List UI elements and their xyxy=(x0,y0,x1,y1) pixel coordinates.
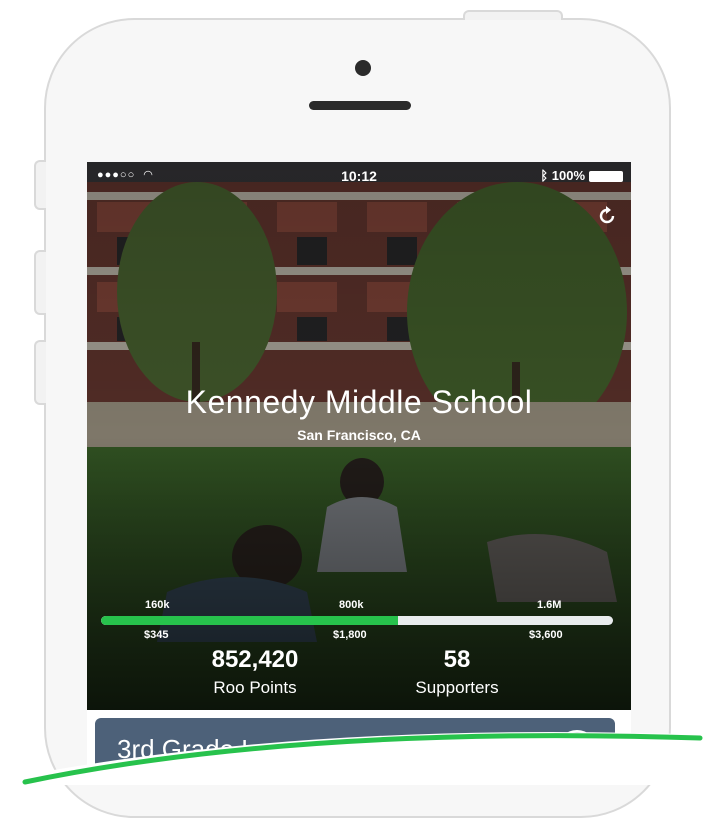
front-camera xyxy=(355,60,371,76)
battery-icon xyxy=(589,171,623,182)
green-swoosh-graphic xyxy=(0,732,711,785)
milestone-dollars-2: $1,800 xyxy=(333,629,367,641)
app-screen: ●●●○○ ◠ 10:12 ᛒ 100% Kennedy Middle Scho… xyxy=(87,162,631,785)
school-name: Kennedy Middle School xyxy=(185,384,533,420)
progress-bar-fill xyxy=(101,616,398,625)
supporters-label: Supporters xyxy=(415,678,499,697)
milestone-points-2: 800k xyxy=(339,599,364,611)
milestone-points-1: 160k xyxy=(145,599,170,611)
milestone-points-3: 1.6M xyxy=(537,599,562,611)
status-right: ᛒ 100% xyxy=(540,168,585,183)
milestone-dollars-3: $3,600 xyxy=(529,629,563,641)
roo-points-label: Roo Points xyxy=(213,678,297,697)
status-bar: ●●●○○ ◠ 10:12 ᛒ 100% xyxy=(87,162,631,188)
supporters-value: 58 xyxy=(443,646,471,673)
bluetooth-icon: ᛒ xyxy=(540,168,552,183)
school-location: San Francisco, CA xyxy=(297,427,421,443)
progress-bar xyxy=(101,616,613,625)
power-button xyxy=(463,10,563,20)
volume-down-button xyxy=(34,340,46,405)
refresh-icon[interactable] xyxy=(595,204,619,228)
mute-switch xyxy=(34,160,46,210)
volume-up-button xyxy=(34,250,46,315)
roo-points-value: 852,420 xyxy=(211,646,299,673)
earpiece-speaker xyxy=(309,101,411,110)
battery-percent: 100% xyxy=(551,168,585,183)
milestone-dollars-1: $345 xyxy=(144,629,169,641)
